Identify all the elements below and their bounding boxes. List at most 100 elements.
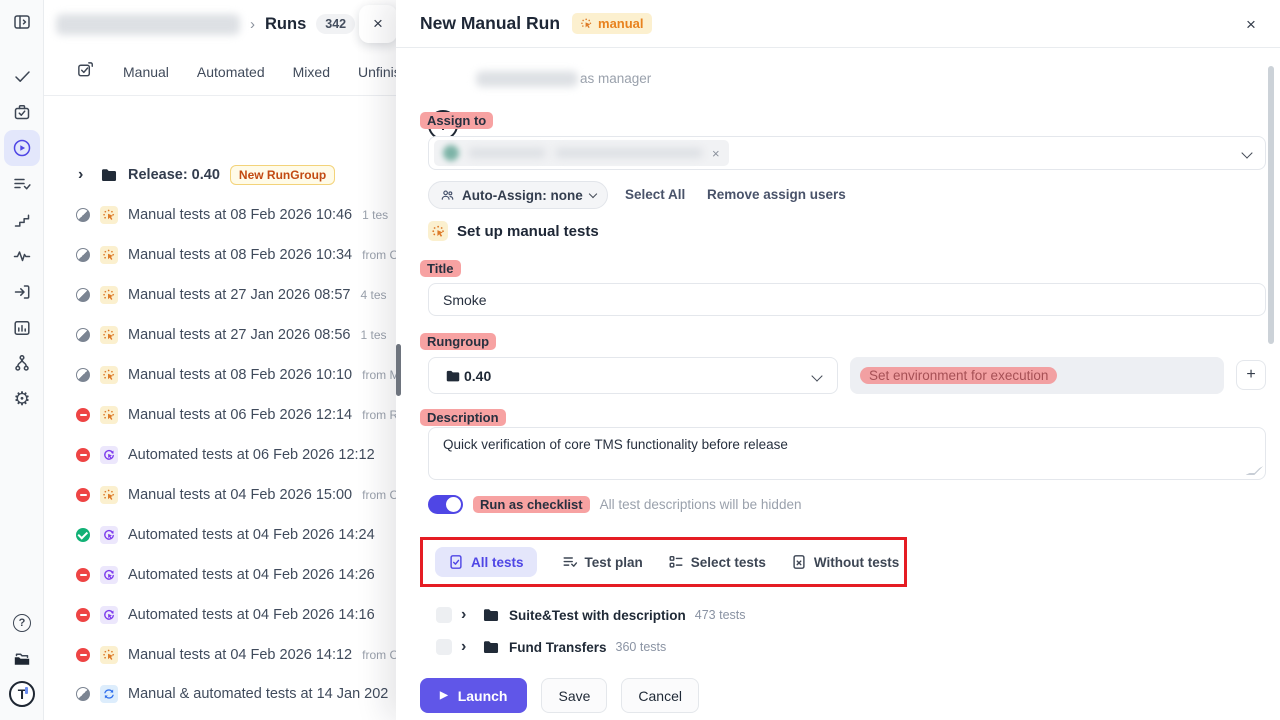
sidebar-item-settings[interactable]: ⚙ (4, 381, 40, 417)
environment-input[interactable]: Set environment for execution (850, 357, 1224, 394)
title-label: Title (420, 260, 461, 277)
test-selection-tabs-highlighted: All tests Test plan Select tests Without… (420, 537, 907, 587)
automated-run-icon (100, 446, 118, 464)
suite-title: Fund Transfers (509, 640, 607, 655)
rungroup-row[interactable]: › Release: 0.40 New RunGroup (44, 155, 396, 195)
sidebar-item-pulse[interactable] (4, 238, 40, 274)
tab-select-tests[interactable]: Select tests (668, 554, 766, 570)
remove-assign-users-button[interactable]: Remove assign users (707, 187, 846, 202)
sidebar-item-help[interactable]: ? (4, 605, 40, 641)
run-list-item[interactable]: Manual tests at 04 Feb 2026 14:12 from C (44, 635, 396, 675)
remove-chip-icon[interactable]: × (712, 146, 720, 161)
status-in-progress-icon (76, 248, 90, 262)
add-environment-button[interactable]: + (1236, 360, 1266, 390)
modal-footer: ▶ Launch Save Cancel (420, 678, 699, 713)
status-in-progress-icon (76, 288, 90, 302)
suite-tree-row[interactable]: › Fund Transfers 360 tests (396, 638, 666, 656)
assigned-user-chip[interactable]: × (434, 140, 729, 166)
run-list-item[interactable]: Manual tests at 06 Feb 2026 12:14 from R (44, 395, 396, 435)
status-failed-icon (76, 488, 90, 502)
suite-title: Suite&Test with description (509, 608, 686, 623)
tab-all-tests[interactable]: All tests (435, 547, 537, 577)
run-title: Manual tests at 08 Feb 2026 10:10 (128, 367, 352, 383)
save-button[interactable]: Save (541, 678, 607, 713)
run-meta: from R (362, 408, 396, 422)
sidebar-item-tests[interactable] (4, 58, 40, 94)
select-all-runs-icon[interactable] (76, 60, 95, 84)
status-failed-icon (76, 568, 90, 582)
description-textarea[interactable]: Quick verification of core TMS functiona… (428, 427, 1266, 480)
sidebar-item-projects[interactable] (4, 641, 40, 677)
auto-assign-dropdown[interactable]: Auto-Assign: none (428, 181, 608, 209)
app-logo[interactable]: T (4, 676, 40, 712)
run-title: Manual tests at 27 Jan 2026 08:56 (128, 327, 351, 343)
filter-tab-unfinished[interactable]: Unfinished (358, 64, 396, 80)
run-list-item[interactable]: Automated tests at 04 Feb 2026 14:24 (44, 515, 396, 555)
run-list-item[interactable]: Automated tests at 04 Feb 2026 14:16 (44, 595, 396, 635)
plus-icon: + (1246, 366, 1255, 383)
run-meta: 4 tes (361, 288, 387, 302)
suite-test-count: 360 tests (616, 640, 667, 654)
run-list-item[interactable]: Manual & automated tests at 14 Jan 202 (44, 674, 396, 714)
filter-tab-mixed[interactable]: Mixed (293, 64, 330, 80)
launch-button[interactable]: ▶ Launch (420, 678, 527, 713)
sidebar-toggle-icon[interactable] (4, 4, 40, 40)
user-name-blurred (468, 148, 546, 158)
suite-checkbox[interactable] (436, 639, 452, 655)
manual-run-icon (100, 646, 118, 664)
run-title-input[interactable] (428, 283, 1266, 316)
run-list-item[interactable]: Automated tests at 04 Feb 2026 14:26 (44, 555, 396, 595)
run-list-item[interactable]: Manual tests at 04 Feb 2026 15:00 from C (44, 475, 396, 515)
sidebar-item-suites[interactable] (4, 94, 40, 130)
cancel-button[interactable]: Cancel (621, 678, 699, 713)
tab-test-plan[interactable]: Test plan (562, 554, 643, 570)
folder-icon (100, 166, 118, 184)
run-as-checklist-toggle[interactable] (428, 495, 463, 514)
close-modal-button[interactable]: × (1238, 12, 1264, 38)
logo-icon: T (9, 681, 35, 707)
sidebar-item-branches[interactable] (4, 345, 40, 381)
filter-tab-automated[interactable]: Automated (197, 64, 265, 80)
sidebar-item-plans[interactable] (4, 166, 40, 202)
expand-chevron-icon[interactable]: › (78, 167, 90, 183)
expand-chevron-icon[interactable]: › (461, 639, 473, 655)
run-title: Manual tests at 04 Feb 2026 14:12 (128, 647, 352, 663)
manual-run-icon (580, 17, 593, 30)
run-title: Manual tests at 04 Feb 2026 15:00 (128, 487, 352, 503)
rungroup-select[interactable]: 0.40 (428, 357, 838, 394)
runs-count-badge: 342 (316, 14, 355, 34)
rungroup-title: Release: 0.40 (128, 167, 220, 183)
project-name-blurred[interactable] (56, 14, 240, 35)
assign-users-select[interactable]: × (428, 136, 1266, 170)
tab-without-tests[interactable]: Without tests (791, 554, 899, 570)
suite-tree-row[interactable]: › Suite&Test with description 473 tests (396, 606, 746, 624)
manual-type-badge: manual (572, 13, 652, 34)
filter-tab-manual[interactable]: Manual (123, 64, 169, 80)
run-list-item[interactable]: Manual tests at 27 Jan 2026 08:56 1 tes (44, 315, 396, 355)
sidebar-item-milestones[interactable] (4, 202, 40, 238)
automated-run-icon (100, 526, 118, 544)
run-list-item[interactable]: Manual tests at 08 Feb 2026 10:10 from M (44, 355, 396, 395)
list-scrollbar-thumb[interactable] (396, 344, 401, 396)
sidebar-item-analytics[interactable] (4, 310, 40, 346)
user-role-label: as manager (580, 71, 651, 86)
expand-chevron-icon[interactable]: › (461, 607, 473, 623)
suite-checkbox[interactable] (436, 607, 452, 623)
run-list-item[interactable]: Manual tests at 08 Feb 2026 10:46 1 tes (44, 195, 396, 235)
run-list-item[interactable]: Manual tests at 27 Jan 2026 08:57 4 tes (44, 275, 396, 315)
user-email-blurred (555, 148, 703, 158)
doc-check-icon (448, 554, 464, 570)
run-as-checklist-label: Run as checklist (473, 496, 590, 513)
run-list-item[interactable]: Automated tests at 06 Feb 2026 12:12 (44, 435, 396, 475)
select-all-users-button[interactable]: Select All (625, 187, 685, 202)
close-runs-panel-button[interactable]: × (359, 5, 397, 43)
sidebar-item-import[interactable] (4, 274, 40, 310)
run-title: Automated tests at 04 Feb 2026 14:24 (128, 527, 375, 543)
rungroup-value: 0.40 (464, 368, 491, 384)
sidebar-item-runs[interactable] (4, 130, 40, 166)
run-meta: from M (362, 368, 396, 382)
run-list-item[interactable]: Manual tests at 08 Feb 2026 10:34 from C (44, 235, 396, 275)
automated-run-icon (100, 606, 118, 624)
modal-scrollbar-thumb[interactable] (1268, 66, 1274, 344)
app-sidebar: ⚙ ? T (0, 0, 44, 720)
